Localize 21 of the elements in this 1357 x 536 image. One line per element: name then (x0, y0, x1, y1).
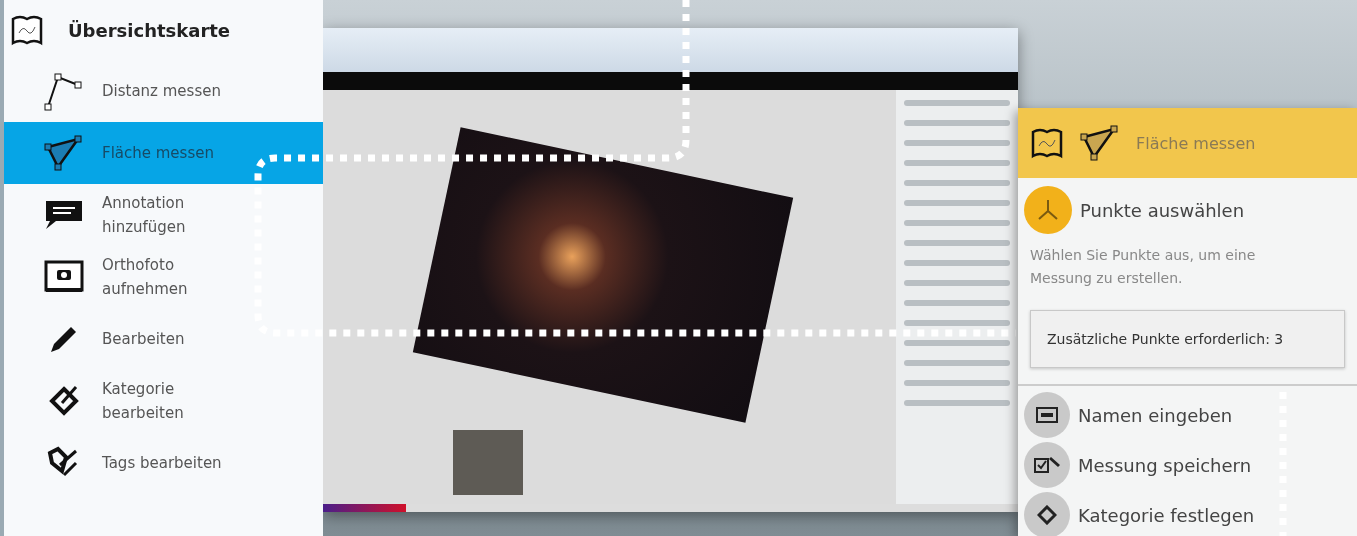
status-message: Zusätzliche Punkte erforderlich: 3 (1030, 310, 1345, 368)
checkbox-icon[interactable] (1024, 442, 1070, 488)
camera-icon (42, 260, 86, 294)
tool-menu-item[interactable]: Kategorie bearbeiten (4, 370, 323, 432)
action-label[interactable]: Kategorie festlegen (1078, 504, 1255, 526)
step-description: Wählen Sie Punkte aus, um eine Messung zu erstellen. (1029, 246, 1257, 288)
step-title: Punkte auswählen (1080, 199, 1245, 221)
tool-menu-item[interactable]: Tags bearbeiten (4, 432, 323, 494)
tool-menu-item[interactable]: Distanz messen (4, 60, 323, 122)
points-icon (1024, 186, 1072, 234)
tool-menu-item[interactable]: Annotation hinzufügen (4, 184, 323, 246)
tool-menu-item[interactable]: Bearbeiten (4, 308, 323, 370)
map-icon (10, 13, 44, 47)
triangle-icon (1080, 123, 1120, 163)
panel-title: Übersichtskarte (68, 19, 231, 41)
action-label[interactable]: Messung speichern (1078, 454, 1252, 476)
tool-title: Fläche messen (1136, 133, 1256, 153)
action-label[interactable]: Namen eingeben (1078, 404, 1233, 426)
map-icon (1030, 126, 1064, 160)
photo-placeholder (453, 430, 523, 495)
tool-menu-item[interactable]: Orthofoto aufnehmen (4, 246, 323, 308)
